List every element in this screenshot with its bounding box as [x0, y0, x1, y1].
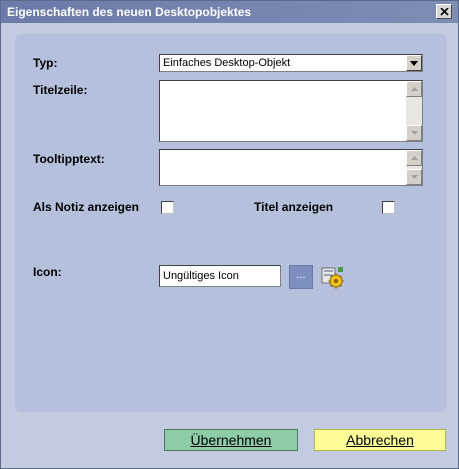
show-title-checkbox[interactable] [382, 201, 395, 214]
icon-label: Icon: [33, 265, 62, 279]
scroll-down-icon[interactable] [406, 125, 422, 141]
properties-icon [321, 267, 344, 289]
note-checkbox-label: Als Notiz anzeigen [33, 200, 140, 214]
close-icon [439, 7, 449, 16]
icon-preview[interactable] [319, 264, 345, 290]
title-scrollbar[interactable] [406, 81, 422, 141]
title-field-label: Titelzeile: [33, 83, 88, 97]
title-textarea[interactable] [159, 80, 423, 142]
tooltip-label: Tooltipptext: [33, 152, 105, 166]
icon-field[interactable]: Ungültiges Icon [159, 265, 281, 287]
title-bar[interactable]: Eigenschaften des neuen Desktopobjektes [1, 1, 458, 23]
browse-button[interactable]: ... [289, 265, 313, 289]
show-title-checkbox-label: Titel anzeigen [254, 200, 334, 214]
scroll-up-icon[interactable] [406, 150, 422, 166]
apply-button[interactable]: Übernehmen [164, 429, 298, 451]
properties-dialog: Eigenschaften des neuen Desktopobjektes … [0, 0, 459, 469]
chevron-down-icon[interactable] [406, 55, 422, 71]
type-label: Typ: [33, 56, 58, 70]
tooltip-textarea[interactable] [159, 149, 423, 186]
cancel-button[interactable]: Abbrechen [314, 429, 446, 451]
tooltip-scrollbar[interactable] [406, 150, 422, 185]
window-title: Eigenschaften des neuen Desktopobjektes [7, 5, 252, 19]
scroll-up-icon[interactable] [406, 81, 422, 97]
icon-field-value: Ungültiges Icon [163, 270, 239, 282]
scroll-down-icon[interactable] [406, 169, 422, 185]
note-checkbox[interactable] [161, 201, 174, 214]
type-select[interactable]: Einfaches Desktop-Objekt [159, 54, 423, 72]
close-button[interactable] [436, 4, 452, 19]
type-select-value: Einfaches Desktop-Objekt [163, 57, 291, 69]
